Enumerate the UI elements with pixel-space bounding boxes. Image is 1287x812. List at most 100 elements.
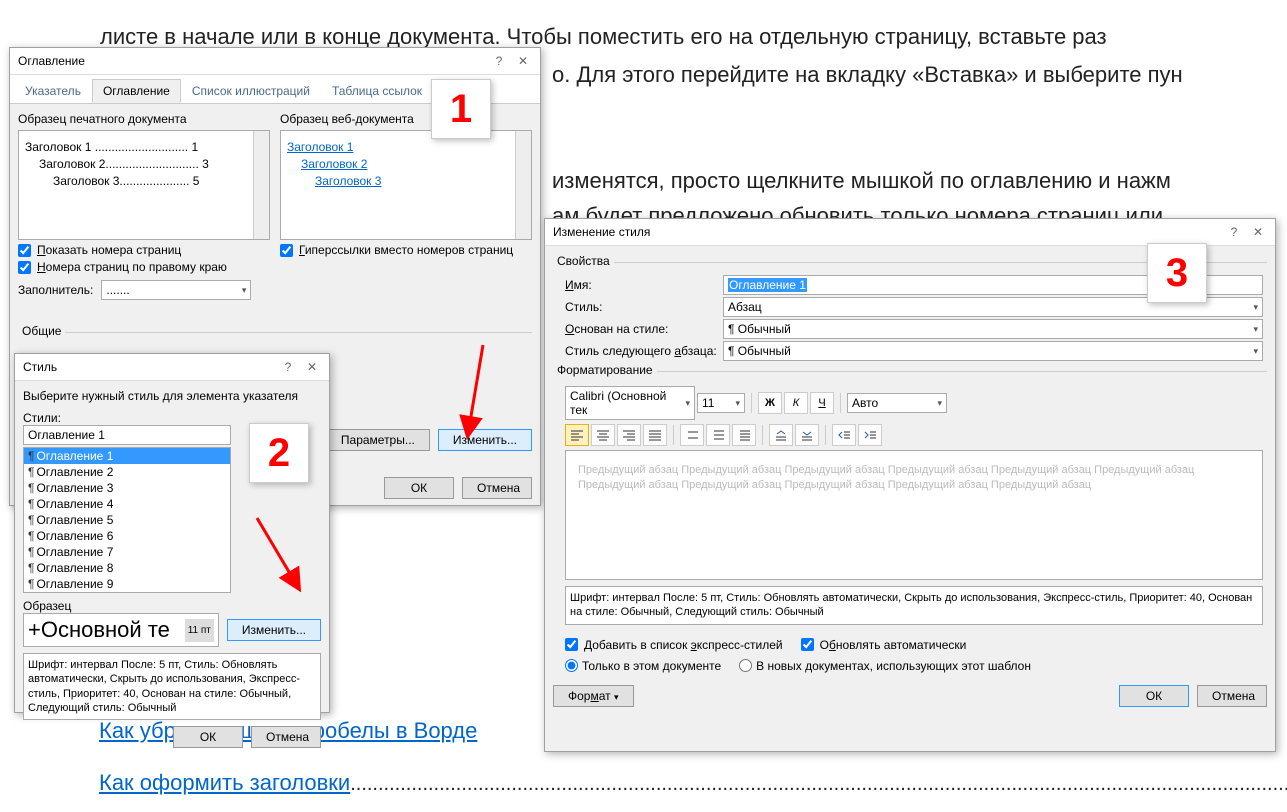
help-icon[interactable]: ? bbox=[279, 358, 297, 376]
only-doc-radio[interactable] bbox=[565, 659, 578, 672]
leader-combo[interactable]: .......▾ bbox=[101, 280, 251, 300]
only-doc-label: Только в этом документе bbox=[582, 659, 721, 673]
web-preview-link: Заголовок 3 bbox=[315, 174, 381, 188]
align-justify-button[interactable] bbox=[643, 424, 667, 446]
line-spacing-1-5-button[interactable] bbox=[706, 424, 730, 446]
arrow-1 bbox=[455, 340, 505, 440]
next-para-combo[interactable]: ¶ Обычный▾ bbox=[723, 341, 1263, 361]
close-icon[interactable]: ✕ bbox=[303, 358, 321, 376]
scrollbar[interactable] bbox=[515, 131, 531, 239]
style-description: Шрифт: интервал После: 5 пт, Стиль: Обно… bbox=[23, 653, 321, 720]
scrollbar[interactable] bbox=[253, 131, 269, 239]
sample-size: 11 пт bbox=[185, 619, 214, 642]
web-sample-label: Образец веб-документа bbox=[280, 112, 532, 126]
general-section: Общие bbox=[18, 324, 65, 338]
underline-button[interactable]: Ч bbox=[810, 392, 834, 414]
sample-label: Образец bbox=[23, 599, 321, 613]
properties-section: Свойства bbox=[553, 254, 614, 268]
font-color-combo[interactable]: Авто▾ bbox=[847, 393, 947, 413]
hyperlinks-checkbox[interactable] bbox=[280, 244, 293, 257]
cancel-button[interactable]: Отмена bbox=[251, 726, 321, 748]
tab-figures[interactable]: Список иллюстраций bbox=[181, 79, 321, 103]
bold-button[interactable]: Ж bbox=[758, 392, 782, 414]
style-item[interactable]: ¶Оглавление 1 bbox=[24, 448, 230, 464]
style-name-input[interactable] bbox=[23, 425, 231, 445]
toc-preview-line: Заголовок 3..................... 5 bbox=[53, 174, 263, 188]
help-icon[interactable]: ? bbox=[490, 52, 508, 70]
toc-preview-line: Заголовок 2............................ … bbox=[39, 157, 263, 171]
close-icon[interactable]: ✕ bbox=[514, 52, 532, 70]
font-size-combo[interactable]: 11▾ bbox=[697, 393, 745, 413]
options-button[interactable]: Параметры... bbox=[326, 429, 430, 451]
style-item[interactable]: ¶Оглавление 2 bbox=[24, 464, 230, 480]
based-on-label: Основан на стиле: bbox=[565, 322, 723, 336]
close-icon[interactable]: ✕ bbox=[1249, 223, 1267, 241]
toc-dialog-titlebar: Оглавление ? ✕ bbox=[10, 48, 540, 75]
toc-dialog-title: Оглавление bbox=[18, 54, 85, 68]
based-on-combo[interactable]: ¶ Обычный▾ bbox=[723, 319, 1263, 339]
right-align-checkbox[interactable] bbox=[18, 261, 31, 274]
style-dialog-titlebar: Стиль ? ✕ bbox=[15, 354, 329, 381]
align-center-button[interactable] bbox=[591, 424, 615, 446]
doc-text-line: о. Для этого перейдите на вкладку «Встав… bbox=[552, 62, 1183, 88]
style-item[interactable]: ¶Оглавление 6 bbox=[24, 528, 230, 544]
tab-index[interactable]: Указатель bbox=[14, 79, 92, 103]
new-docs-radio[interactable] bbox=[739, 659, 752, 672]
space-before-decrease-button[interactable] bbox=[795, 424, 819, 446]
align-right-button[interactable] bbox=[617, 424, 641, 446]
modify-style-button[interactable]: Изменить... bbox=[227, 619, 321, 641]
format-section: Форматирование bbox=[553, 363, 657, 377]
style-item[interactable]: ¶Оглавление 4 bbox=[24, 496, 230, 512]
chevron-down-icon: ▾ bbox=[1253, 302, 1258, 313]
align-left-button[interactable] bbox=[565, 424, 589, 446]
font-combo[interactable]: Calibri (Основной тек▾ bbox=[565, 386, 695, 420]
tab-citations[interactable]: Таблица ссылок bbox=[321, 79, 433, 103]
help-icon[interactable]: ? bbox=[1225, 223, 1243, 241]
ok-button[interactable]: ОК bbox=[173, 726, 243, 748]
chevron-down-icon: ▾ bbox=[685, 398, 690, 409]
sample-text: +Основной те bbox=[28, 617, 170, 643]
space-before-increase-button[interactable] bbox=[769, 424, 793, 446]
ok-button[interactable]: ОК bbox=[384, 477, 454, 499]
line-spacing-2-button[interactable] bbox=[732, 424, 756, 446]
annotation-badge-3: 3 bbox=[1147, 243, 1207, 303]
style-item[interactable]: ¶Оглавление 8 bbox=[24, 560, 230, 576]
line-spacing-1-button[interactable] bbox=[680, 424, 704, 446]
right-align-label: Номера страниц по правому краю bbox=[37, 260, 227, 274]
doc-text-line: изменятся, просто щелкните мышкой по огл… bbox=[552, 168, 1171, 194]
chevron-down-icon: ▾ bbox=[1253, 324, 1258, 335]
annotation-badge-1: 1 bbox=[431, 79, 491, 139]
modify-style-titlebar: Изменение стиля ? ✕ bbox=[545, 219, 1275, 246]
indent-decrease-button[interactable] bbox=[832, 424, 856, 446]
style-help-text: Выберите нужный стиль для элемента указа… bbox=[23, 389, 321, 403]
show-page-numbers-label: Показать номера страниц bbox=[37, 243, 181, 257]
name-label: Имя: bbox=[565, 278, 723, 292]
italic-button[interactable]: К bbox=[784, 392, 808, 414]
style-item[interactable]: ¶Оглавление 7 bbox=[24, 544, 230, 560]
show-page-numbers-checkbox[interactable] bbox=[18, 244, 31, 257]
chevron-down-icon: ▾ bbox=[1253, 346, 1258, 357]
style-item[interactable]: ¶Оглавление 3 bbox=[24, 480, 230, 496]
style-item[interactable]: ¶Оглавление 9 bbox=[24, 576, 230, 592]
auto-update-label: Обновлять автоматически bbox=[820, 638, 967, 652]
arrow-2 bbox=[245, 510, 315, 600]
style-dialog-title: Стиль bbox=[23, 360, 57, 374]
tab-toc[interactable]: Оглавление bbox=[92, 79, 181, 103]
cancel-button[interactable]: Отмена bbox=[1197, 685, 1267, 707]
auto-update-checkbox[interactable] bbox=[801, 638, 814, 651]
format-menu-button[interactable]: Формат ▾ bbox=[553, 685, 634, 707]
style-item[interactable]: ¶Оглавление 5 bbox=[24, 512, 230, 528]
style-type-label: Стиль: bbox=[565, 300, 723, 314]
add-express-label: Добавить в список экспресс-стилей bbox=[584, 638, 783, 652]
chevron-down-icon: ▾ bbox=[735, 398, 740, 409]
new-docs-label: В новых документах, использующих этот ша… bbox=[756, 659, 1031, 673]
hyperlinks-label: Гиперссылки вместо номеров страниц bbox=[299, 243, 513, 257]
web-preview-link: Заголовок 1 bbox=[287, 140, 353, 154]
add-express-checkbox[interactable] bbox=[565, 638, 578, 651]
ok-button[interactable]: ОК bbox=[1119, 685, 1189, 707]
leader-label: Заполнитель: bbox=[18, 283, 93, 297]
indent-increase-button[interactable] bbox=[858, 424, 882, 446]
cancel-button[interactable]: Отмена bbox=[462, 477, 532, 499]
styles-listbox[interactable]: ¶Оглавление 1 ¶Оглавление 2 ¶Оглавление … bbox=[23, 447, 231, 593]
toc-preview-line: Заголовок 1 ............................… bbox=[25, 140, 263, 154]
